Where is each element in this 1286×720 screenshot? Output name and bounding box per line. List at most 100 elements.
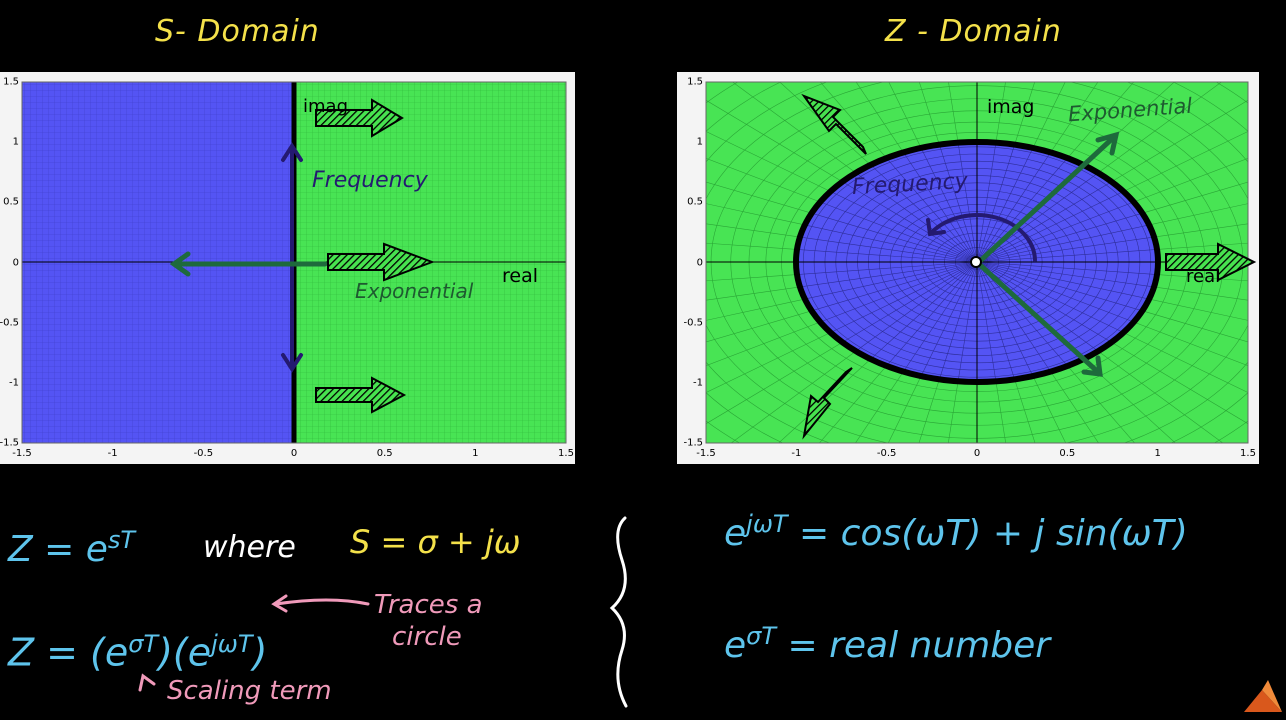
z-grid-spoke (855, 261, 978, 352)
s-y-tick: -1 (9, 377, 19, 389)
z-grid-spoke (820, 261, 978, 323)
z-grid-spoke (730, 350, 857, 443)
z-unit-circle-fill (796, 142, 1158, 382)
s-exponential-label: Exponential (355, 279, 474, 303)
z-grid-spoke (796, 261, 978, 275)
z-grid-spoke (976, 261, 1099, 352)
z-grid-spoke (706, 321, 821, 367)
z-grid-spoke (706, 310, 812, 343)
z-grid-spoke (1154, 223, 1248, 238)
s-domain-plot (0, 72, 575, 464)
z-grid-spoke (706, 286, 800, 301)
z-unit-circle (793, 139, 1161, 385)
z-x-tick: -1.5 (696, 448, 716, 459)
z-grid-spoke (976, 261, 1034, 377)
z-grid-spoke (799, 261, 978, 288)
z-x-tick: -0.5 (876, 448, 897, 459)
z-grid-spoke (855, 371, 904, 443)
eq-z-definition: Z = esT (8, 526, 135, 570)
eq-euler: ejωT = cos(ωT) + j sin(ωT) (724, 510, 1188, 554)
z-grid-ring (954, 247, 1000, 277)
s-x-tick: -0.5 (193, 448, 214, 459)
eq-z-sup: sT (107, 526, 136, 554)
z-grid-spoke (706, 131, 831, 192)
z-grid-spoke (706, 223, 800, 238)
s-y-tick: -1.5 (0, 437, 19, 449)
z-imag-label: imag (987, 96, 1035, 118)
z-unstable-region (706, 82, 1248, 443)
z-grid-ring (868, 189, 1086, 335)
z-grid-spoke (976, 147, 1034, 263)
z-y-tick: 0 (696, 257, 703, 268)
eq-euler-base: e (724, 513, 747, 554)
z-grid-spoke (920, 147, 978, 263)
z-grid-spoke (706, 181, 812, 214)
z-exponential-label: Exponential (1067, 93, 1193, 127)
z-grid-spoke (976, 261, 1150, 300)
z-grid-spoke (976, 172, 1099, 263)
z-grid-spoke (818, 365, 887, 443)
logo-icon (1244, 680, 1282, 712)
z-grid-spoke (830, 191, 978, 263)
s-x-tick: 0.5 (376, 448, 393, 459)
z-x-tick: 1.5 (1240, 448, 1256, 459)
z-grid-spoke (976, 144, 1015, 263)
z-grid-spoke (920, 261, 978, 377)
z-plot-bg (677, 72, 1259, 464)
z-grid-spoke (976, 181, 1112, 263)
z-grid-spoke (976, 261, 997, 382)
z-grid-spoke (1083, 358, 1176, 443)
z-grid-ring (900, 211, 1054, 313)
z-grid-spoke (976, 261, 1051, 372)
z-grid-spoke (976, 191, 1124, 263)
z-grid-spoke (1111, 99, 1248, 182)
s-x-tick: 1.5 (558, 448, 574, 459)
eq-real-number: eσT = real number (724, 622, 1050, 666)
z-real-label: real (1186, 266, 1221, 287)
s-x-tick: 0 (290, 448, 298, 459)
s-y-tick: 0.5 (3, 196, 19, 208)
eq-where: where (203, 530, 296, 565)
z-grid-spoke (976, 142, 997, 263)
z-grid-spoke (976, 249, 1158, 263)
s-x-tick: -1 (107, 448, 118, 459)
z-grid-ring (878, 196, 1076, 328)
z-hatched-arrow-downleft (802, 367, 853, 440)
traces-pointer (271, 594, 370, 613)
z-grid-spoke (976, 157, 1068, 263)
eq-jw-sup: jωT (211, 630, 253, 658)
scaling-pointer (138, 673, 156, 692)
z-grid-spoke (976, 261, 1158, 275)
z-grid-spoke (939, 144, 978, 263)
z-frequency-arc (926, 213, 1037, 262)
eq-euler-rhs: = cos(ωT) + j sin(ωT) (799, 513, 1188, 554)
traces-note-line1: Traces a (374, 590, 483, 620)
z-exponential-arrows (976, 131, 1120, 377)
z-y-tick: -1.5 (683, 437, 703, 449)
eq-real-rhs: = real number (787, 625, 1051, 666)
z-grid-ring (710, 85, 1244, 439)
z-grid-spoke (957, 142, 978, 263)
z-grid-ring (706, 82, 1248, 443)
z-grid-spoke (732, 82, 857, 174)
s-x-tick: -1.5 (12, 448, 32, 459)
z-x-tick: 1 (1154, 448, 1161, 459)
z-outer-grid (706, 82, 1248, 443)
eq-real-base: e (724, 625, 747, 666)
eq-s-definition: S = σ + jω (350, 523, 521, 561)
z-grid-spoke (976, 224, 1150, 263)
eq-real-sup: σT (746, 622, 777, 650)
eq-z-lhs: Z = e (8, 529, 108, 570)
z-grid-spoke (1142, 310, 1248, 343)
z-domain-title: Z - Domain (885, 14, 1062, 49)
z-grid-spoke (976, 164, 1084, 263)
z-grid-spoke (706, 332, 831, 393)
z-grid-spoke (842, 261, 978, 343)
z-grid-spoke (976, 236, 1155, 263)
z-grid-spoke (830, 261, 978, 333)
z-grid-spoke (939, 261, 978, 380)
z-grid-spoke (957, 261, 978, 382)
s-imag-label: imag (303, 96, 348, 117)
z-grid-spoke (976, 261, 1124, 333)
z-grid-spoke (706, 99, 843, 182)
